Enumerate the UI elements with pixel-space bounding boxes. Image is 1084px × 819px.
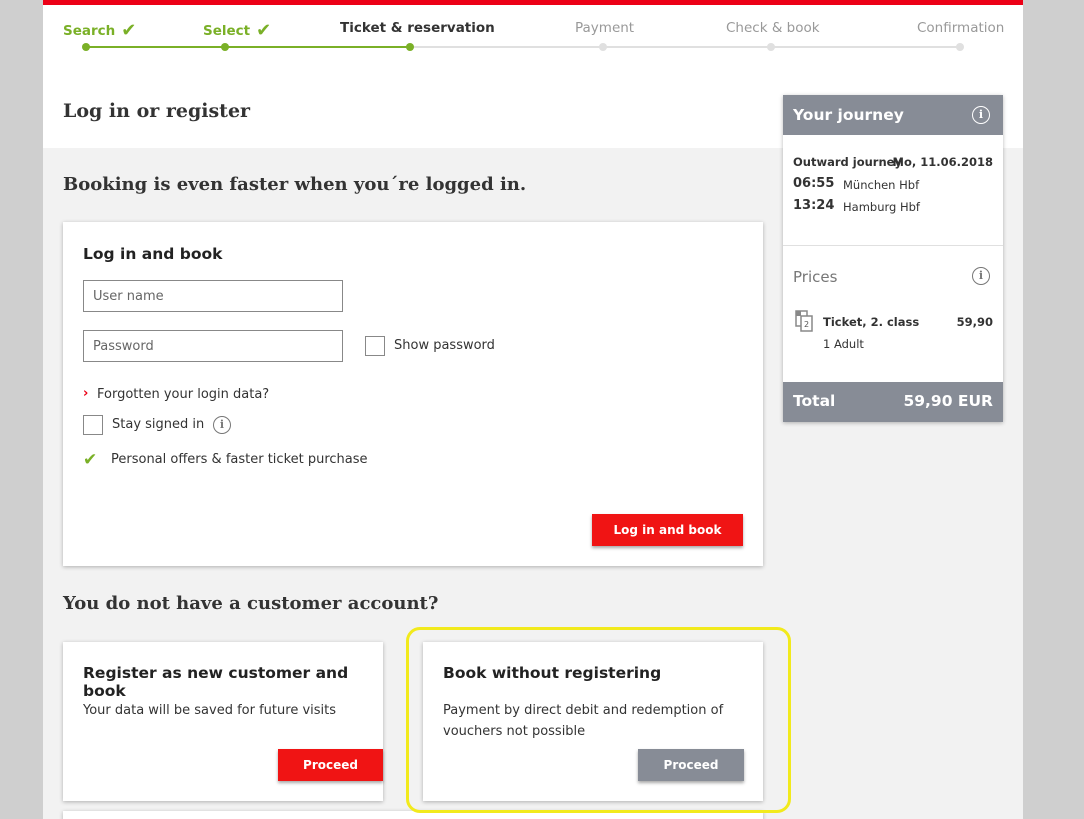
- info-icon[interactable]: i: [972, 106, 990, 124]
- show-password-label: Show password: [394, 338, 495, 353]
- departure-time: 06:55: [793, 176, 835, 191]
- checkmark-icon: ✔: [83, 450, 98, 470]
- chevron-right-icon: ›: [83, 386, 89, 401]
- booking-progress: Search ✔ Select ✔ Ticket & reservation Pay…: [43, 5, 1023, 65]
- journey-date: Mo, 11.06.2018: [892, 155, 993, 169]
- step-label: Confirmation: [917, 20, 1005, 36]
- stay-signed-in-label: Stay signed in: [112, 417, 205, 432]
- journey-summary-title: Your journey: [793, 106, 904, 124]
- page-title: Log in or register: [63, 100, 251, 122]
- login-card: Log in and book Show password › Forgotte…: [63, 222, 763, 566]
- step-search[interactable]: Search ✔: [63, 20, 136, 41]
- journey-summary: Your journey i Outward journey Mo, 11.06…: [783, 95, 1003, 422]
- checkmark-icon: ✔: [256, 20, 272, 41]
- arrival-station: Hamburg Hbf: [843, 200, 920, 214]
- progress-dot-check: [767, 43, 775, 51]
- progress-dot-select: [221, 43, 229, 51]
- info-icon[interactable]: i: [972, 267, 990, 285]
- register-card: Register as new customer and book Your d…: [63, 642, 383, 801]
- step-ticket-reservation: Ticket & reservation: [340, 20, 495, 36]
- show-password-checkbox[interactable]: [365, 336, 385, 356]
- progress-track-done: [86, 46, 410, 48]
- info-icon[interactable]: i: [213, 416, 231, 434]
- step-payment: Payment: [575, 20, 634, 36]
- step-label: Check & book: [726, 20, 820, 36]
- ticket-icon: 2: [795, 310, 813, 332]
- divider: [783, 245, 1003, 246]
- outward-label: Outward journey: [793, 155, 902, 169]
- ticket-price: 59,90: [956, 315, 993, 329]
- journey-summary-header: Your journey i: [783, 95, 1003, 135]
- departure-station: München Hbf: [843, 178, 920, 192]
- arrival-time: 13:24: [793, 198, 835, 213]
- step-label: Search: [63, 23, 116, 39]
- passenger-count: 1 Adult: [823, 337, 864, 351]
- stay-signed-in-checkbox[interactable]: [83, 415, 103, 435]
- progress-dot-confirmation: [956, 43, 964, 51]
- register-card-text: Your data will be saved for future visit…: [83, 703, 337, 718]
- progress-dot-search: [82, 43, 90, 51]
- password-input[interactable]: [83, 330, 343, 362]
- ticket-icon-badge: 2: [804, 320, 809, 329]
- total-value: 59,90 EUR: [903, 392, 993, 410]
- login-intro-heading: Booking is even faster when you´re logge…: [63, 174, 527, 195]
- step-check-book: Check & book: [726, 20, 820, 36]
- step-confirmation: Confirmation: [917, 20, 1004, 36]
- highlight-outline: [406, 627, 791, 813]
- step-label: Select: [203, 23, 251, 39]
- progress-dot-ticket: [406, 43, 414, 51]
- login-and-book-button[interactable]: Log in and book: [592, 514, 743, 546]
- benefit-text: Personal offers & faster ticket purchase: [111, 452, 368, 467]
- no-account-heading: You do not have a customer account?: [63, 593, 439, 614]
- forgot-login-link[interactable]: Forgotten your login data?: [97, 387, 269, 402]
- total-label: Total: [793, 392, 836, 410]
- register-card-title: Register as new customer and book: [83, 664, 349, 700]
- username-input[interactable]: [83, 280, 343, 312]
- register-proceed-button[interactable]: Proceed: [278, 749, 383, 781]
- progress-dot-payment: [599, 43, 607, 51]
- login-card-title: Log in and book: [83, 245, 223, 263]
- prices-heading: Prices: [793, 268, 838, 286]
- ticket-label: Ticket, 2. class: [823, 315, 920, 329]
- step-label: Payment: [575, 20, 635, 36]
- progress-track-todo: [410, 46, 960, 48]
- total-row: Total 59,90 EUR: [783, 382, 1003, 422]
- checkmark-icon: ✔: [121, 20, 137, 41]
- step-select[interactable]: Select ✔: [203, 20, 271, 41]
- step-label: Ticket & reservation: [340, 20, 495, 36]
